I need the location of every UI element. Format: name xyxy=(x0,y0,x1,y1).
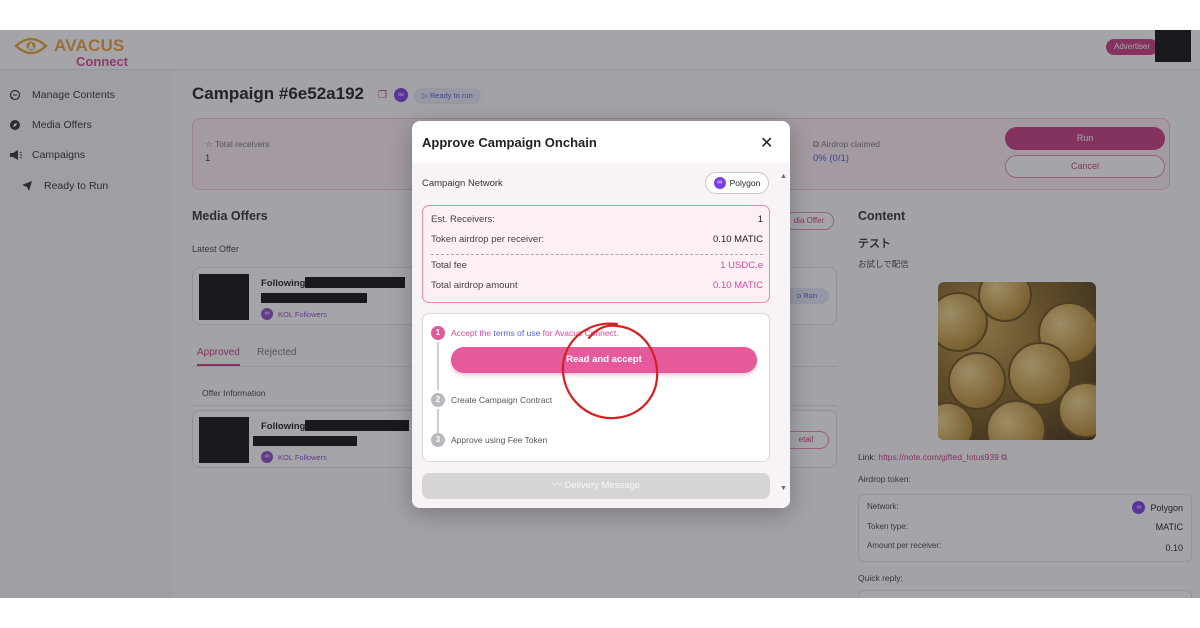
step-3-number: 3 xyxy=(431,433,445,447)
total-fee-row: Total fee 1 USDC.e xyxy=(431,260,763,271)
total-airdrop-label: Total airdrop amount xyxy=(431,280,518,291)
total-fee-label: Total fee xyxy=(431,260,467,271)
per-receiver-value: 0.10 MATIC xyxy=(713,234,763,245)
est-receivers-row: Est. Receivers: 1 xyxy=(431,214,763,225)
step-2-text: Create Campaign Contract xyxy=(451,395,553,405)
total-airdrop-value: 0.10 MATIC xyxy=(713,280,763,291)
step-2-number: 2 xyxy=(431,393,445,407)
est-receivers-value: 1 xyxy=(757,214,763,225)
step-1-prefix: Accept the xyxy=(451,328,494,338)
delivery-message-label: Delivery Message xyxy=(564,480,641,491)
close-icon[interactable]: ✕ xyxy=(760,133,773,153)
step-1-number: 1 xyxy=(431,326,445,340)
total-airdrop-row: Total airdrop amount 0.10 MATIC xyxy=(431,280,763,291)
step-connector xyxy=(437,409,439,433)
step-connector xyxy=(437,342,439,390)
network-selector[interactable]: ∞ Polygon xyxy=(705,172,769,194)
modal-title: Approve Campaign Onchain xyxy=(422,135,597,150)
scroll-up-icon[interactable]: ▲ xyxy=(780,173,787,180)
per-receiver-row: Token airdrop per receiver: 0.10 MATIC xyxy=(431,234,763,245)
polygon-icon: ∞ xyxy=(713,177,726,189)
wave-icon: 〰 xyxy=(551,480,562,491)
terms-of-use-link[interactable]: terms of use xyxy=(494,328,541,338)
per-receiver-label: Token airdrop per receiver: xyxy=(431,234,544,245)
campaign-network-label: Campaign Network xyxy=(422,178,503,189)
step-3-text: Approve using Fee Token xyxy=(451,435,548,445)
fee-summary-box: Est. Receivers: 1 Token airdrop per rece… xyxy=(422,205,770,303)
est-receivers-label: Est. Receivers: xyxy=(431,214,495,225)
step-1-suffix: for Avacus Connect. xyxy=(540,328,619,338)
divider xyxy=(431,254,763,255)
app-window: AVACUS Connect Advertiser Manage Content… xyxy=(0,30,1200,598)
network-selector-label: Polygon xyxy=(729,178,761,188)
scroll-down-icon[interactable]: ▼ xyxy=(780,485,787,492)
read-and-accept-button[interactable]: Read and accept xyxy=(451,347,757,373)
delivery-message-button[interactable]: 〰 Delivery Message xyxy=(422,473,770,499)
step-1-text: Accept the terms of use for Avacus Conne… xyxy=(451,328,619,338)
modal-body: Campaign Network ∞ Polygon ▲ Est. Receiv… xyxy=(412,163,790,508)
total-fee-value: 1 USDC.e xyxy=(720,260,763,271)
approval-steps: 1 Accept the terms of use for Avacus Con… xyxy=(422,313,770,462)
approve-campaign-modal: Approve Campaign Onchain ✕ Campaign Netw… xyxy=(412,121,790,508)
